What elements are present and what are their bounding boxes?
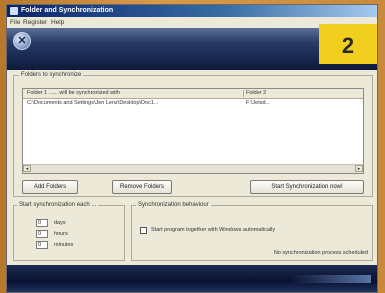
folder-list-header: Folder 1 ...... will be synchronized wit… [23, 89, 363, 99]
remove-folders-button[interactable]: Remove Folders [112, 180, 172, 194]
hours-label: hours [54, 231, 68, 237]
schedule-group-label: Start synchronization each ... [17, 202, 99, 208]
tools-icon: ✕ [13, 32, 31, 50]
step-badge: 2 [319, 24, 377, 64]
app-icon [10, 7, 18, 15]
behaviour-group: Synchronization behaviour Start program … [131, 202, 373, 261]
row-folder1: C:\Documents and Settings\Jen Lenz\Deskt… [27, 100, 159, 106]
folder-list[interactable]: Folder 1 ...... will be synchronized wit… [22, 88, 364, 174]
list-item[interactable]: C:\Documents and Settings\Jen Lenz\Deskt… [23, 99, 363, 107]
start-sync-button[interactable]: Start Synchronization now! [250, 180, 364, 194]
app-window: Folder and Synchronization File Register… [6, 4, 378, 293]
column-separator [243, 90, 244, 97]
header-banner: ✕ 2 [7, 24, 377, 70]
column-folder1[interactable]: Folder 1 ...... will be synchronized wit… [27, 89, 120, 98]
schedule-status: No synchronization process scheduled [273, 250, 368, 256]
menu-register[interactable]: Register [23, 17, 47, 28]
days-label: days [54, 220, 66, 226]
folders-group-label: Folders to synchronize [19, 72, 84, 78]
minutes-label: minutes [54, 242, 74, 248]
column-folder2[interactable]: Folder 2 [246, 89, 266, 98]
autostart-checkbox[interactable] [140, 227, 147, 234]
window-title: Folder and Synchronization [21, 7, 114, 14]
days-spinner[interactable]: 0 [36, 219, 48, 227]
scroll-left-icon[interactable]: ◂ [23, 165, 31, 172]
minutes-spinner[interactable]: 0 [36, 241, 48, 249]
folders-group: Folders to synchronize Folder 1 ...... w… [13, 72, 373, 197]
behaviour-group-label: Synchronization behaviour [136, 202, 211, 208]
schedule-group: Start synchronization each ... 0 days 0 … [13, 202, 125, 261]
footer-banner [7, 265, 377, 292]
menu-file[interactable]: File [10, 17, 20, 28]
scroll-right-icon[interactable]: ▸ [355, 165, 363, 172]
menu-help[interactable]: Help [51, 17, 64, 28]
row-folder2: F:\Jetsd... [246, 100, 271, 106]
horizontal-scrollbar[interactable]: ◂ ▸ [23, 164, 363, 173]
footer-glow [291, 275, 371, 283]
title-bar: Folder and Synchronization [7, 5, 377, 17]
autostart-label: Start program together with Windows auto… [151, 227, 276, 233]
add-folders-button[interactable]: Add Folders [22, 180, 78, 194]
hours-spinner[interactable]: 0 [36, 230, 48, 238]
